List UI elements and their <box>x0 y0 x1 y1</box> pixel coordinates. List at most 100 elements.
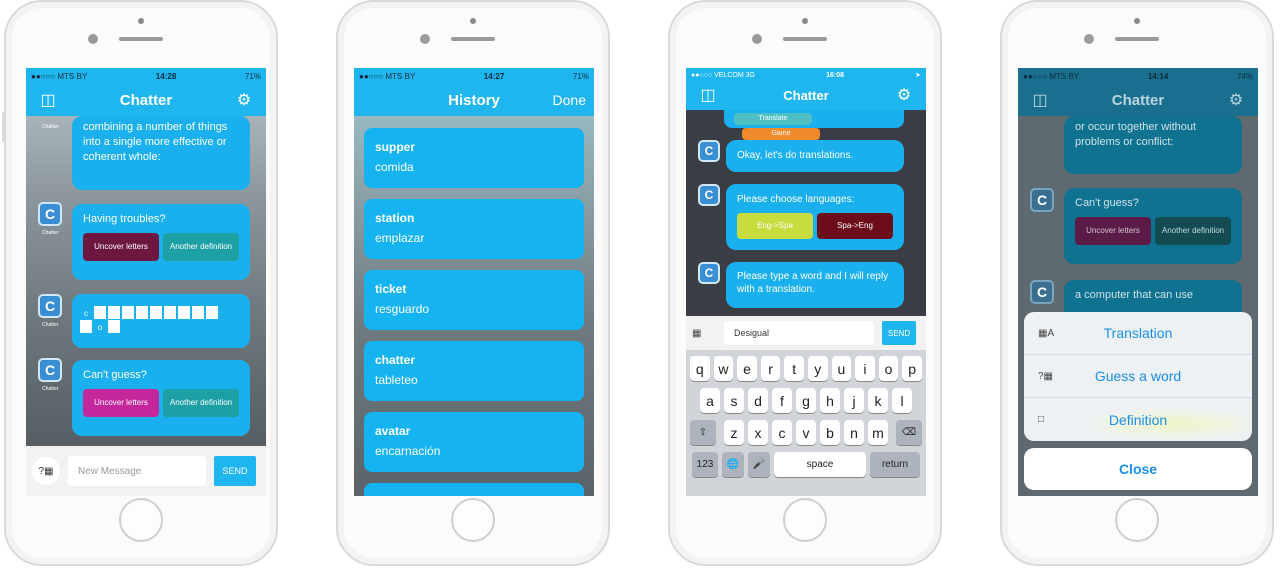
gear-icon[interactable]: ⚙ <box>234 90 254 110</box>
nav-title: Chatter <box>1111 91 1165 109</box>
backspace-key[interactable]: ⌫ <box>896 420 922 445</box>
message-text: Having troubles? <box>83 213 166 225</box>
eng-spa-button[interactable]: Eng->Spa <box>737 213 813 239</box>
keyboard-key[interactable]: k <box>868 388 888 413</box>
carrier-text: ●●○○○ MTS BY <box>31 71 88 81</box>
uncover-letters-button[interactable]: Uncover letters <box>1075 217 1151 245</box>
gear-icon[interactable]: ⚙ <box>894 85 914 105</box>
camera-dot <box>802 18 808 24</box>
puzzle-blank <box>192 306 204 319</box>
keyboard-key[interactable]: x <box>748 420 768 445</box>
message-input[interactable]: New Message <box>68 456 206 486</box>
puzzle-blank <box>164 306 176 319</box>
menu-item-definition[interactable]: □ Definition <box>1024 398 1252 441</box>
puzzle-blank <box>150 306 162 319</box>
history-item[interactable] <box>364 483 584 496</box>
keyboard-key[interactable]: v <box>796 420 816 445</box>
keyboard-key[interactable]: q <box>690 356 710 381</box>
puzzle-letter: c <box>84 309 88 318</box>
translate-button[interactable]: Translate <box>734 113 812 125</box>
another-definition-button[interactable]: Another definition <box>163 389 239 417</box>
translate-icon[interactable]: ▦ <box>692 328 718 339</box>
nav-title: Chatter <box>119 91 173 109</box>
shift-key[interactable]: ⇧ <box>690 420 716 445</box>
done-button[interactable]: Done <box>553 92 586 108</box>
spa-eng-button[interactable]: Spa->Eng <box>817 213 893 239</box>
send-button[interactable]: SEND <box>214 456 256 486</box>
translate-icon: ▦A <box>1038 327 1055 339</box>
menu-item-guess-a-word[interactable]: ?▦ Guess a word <box>1024 355 1252 398</box>
return-key[interactable]: return <box>870 452 920 477</box>
puzzle-blank <box>80 320 92 333</box>
battery-text: 71% <box>572 71 589 81</box>
keyboard-key[interactable]: l <box>892 388 912 413</box>
keyboard-key[interactable]: w <box>713 356 734 381</box>
keyboard-key[interactable]: y <box>808 356 828 381</box>
message-input-bar: ▦ Desigual SEND <box>686 316 926 350</box>
message-bubble: Can't guess? Uncover letters Another def… <box>72 360 250 436</box>
keyboard-key[interactable]: b <box>820 420 840 445</box>
side-button <box>2 112 5 142</box>
keyboard-key[interactable]: c <box>772 420 792 445</box>
phone-frame-2: ●●○○○ MTS BY 14:27 71% History Done supp… <box>336 0 610 566</box>
location-icon: ➤ <box>915 72 921 79</box>
close-button[interactable]: Close <box>1024 448 1252 490</box>
message-bubble: Can't guess? Uncover letters Another def… <box>1064 188 1242 264</box>
history-item[interactable]: station emplazar <box>364 199 584 259</box>
menu-item-label: Definition <box>1108 411 1168 428</box>
keyboard-key[interactable]: f <box>772 388 792 413</box>
book-icon[interactable]: ◫ <box>1030 90 1050 110</box>
keyboard-key[interactable]: i <box>855 356 875 381</box>
front-camera <box>752 34 762 44</box>
keyboard-key[interactable]: j <box>844 388 864 413</box>
speaker-slot <box>783 37 827 41</box>
bot-avatar: C <box>698 184 720 206</box>
message-input[interactable]: Desigual <box>724 321 874 345</box>
keyboard-key[interactable]: a <box>700 388 720 413</box>
another-definition-button[interactable]: Another definition <box>1155 217 1231 245</box>
camera-dot <box>1134 18 1140 24</box>
space-key[interactable]: space <box>774 452 866 477</box>
action-sheet: ▦A Translation ?▦ Guess a word □ Definit… <box>1024 312 1252 441</box>
nav-title: History <box>448 91 500 109</box>
bot-avatar: C <box>1030 280 1054 304</box>
camera-dot <box>138 18 144 24</box>
keyboard-key[interactable]: t <box>784 356 804 381</box>
bot-avatar: C <box>1030 188 1054 212</box>
message-bubble: Translate Game <box>724 110 904 140</box>
game-button[interactable]: Game <box>742 128 820 140</box>
keyboard-key[interactable]: n <box>844 420 864 445</box>
book-icon[interactable]: ◫ <box>698 85 718 105</box>
keyboard-key[interactable]: d <box>748 388 768 413</box>
keyboard-key[interactable]: h <box>820 388 840 413</box>
keyboard-key[interactable]: z <box>724 420 744 445</box>
numbers-key[interactable]: 123 <box>692 452 718 477</box>
keyboard-key[interactable]: m <box>868 420 888 445</box>
history-item[interactable]: ticket resguardo <box>364 270 584 330</box>
keyboard-row: ⇧ zxcvbnm ⌫ <box>688 420 924 445</box>
uncover-letters-button[interactable]: Uncover letters <box>83 233 159 261</box>
keyboard-key[interactable]: r <box>760 356 781 381</box>
history-word: supper <box>375 140 416 154</box>
history-item[interactable]: supper comida <box>364 128 584 188</box>
keyboard-key[interactable]: o <box>878 356 899 381</box>
keyboard-key[interactable]: s <box>724 388 744 413</box>
menu-icon[interactable]: ?▦ <box>32 457 60 485</box>
keyboard-key[interactable]: p <box>902 356 922 381</box>
history-item[interactable]: avatar encarnación <box>364 412 584 472</box>
gear-icon[interactable]: ⚙ <box>1226 90 1246 110</box>
keyboard-key[interactable]: u <box>831 356 852 381</box>
history-item[interactable]: chatter tableteo <box>364 341 584 401</box>
keyboard-key[interactable]: e <box>737 356 757 381</box>
status-bar: ●●○○○ MTS BY 14:14 74% <box>1018 68 1258 84</box>
microphone-icon[interactable]: 🎤 <box>748 452 770 477</box>
carrier-text: ●●○○○ MTS BY <box>1023 71 1080 81</box>
uncover-letters-button[interactable]: Uncover letters <box>83 389 159 417</box>
globe-icon[interactable]: 🌐 <box>722 452 744 477</box>
send-button[interactable]: SEND <box>882 321 916 345</box>
another-definition-button[interactable]: Another definition <box>163 233 239 261</box>
book-icon[interactable]: ◫ <box>38 90 58 110</box>
dictionary-icon: □ <box>1038 414 1045 425</box>
menu-item-translation[interactable]: ▦A Translation <box>1024 312 1252 355</box>
keyboard-key[interactable]: g <box>796 388 816 413</box>
